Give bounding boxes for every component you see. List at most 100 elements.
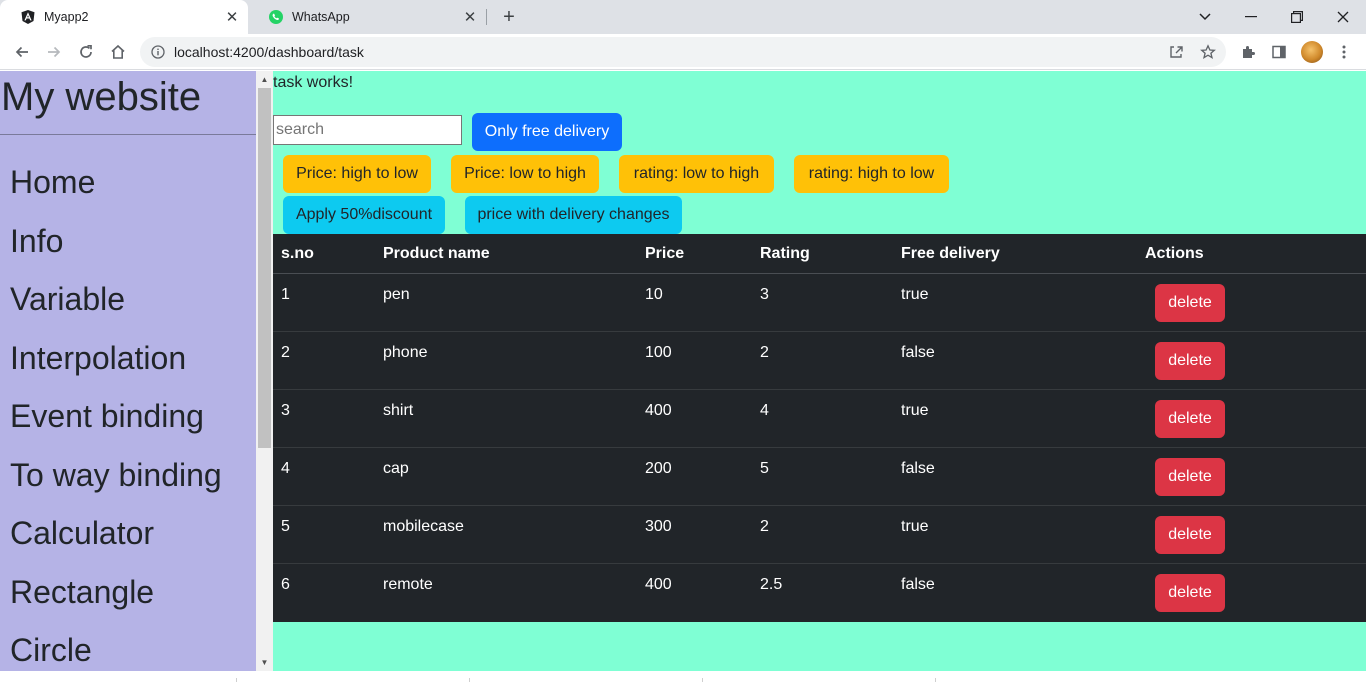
new-tab-icon[interactable]: + <box>498 6 520 28</box>
brand-title: My website <box>0 71 256 135</box>
header-free-delivery: Free delivery <box>901 245 1000 262</box>
sidebar-item-event-binding[interactable]: Event binding <box>0 387 256 446</box>
bottom-edge <box>0 671 1366 682</box>
site-info-icon[interactable] <box>150 44 166 60</box>
delete-button[interactable]: delete <box>1155 400 1225 438</box>
sort-price-high-low-button[interactable]: Price: high to low <box>283 155 431 193</box>
cell-product-name: mobilecase <box>383 518 464 535</box>
menu-kebab-icon[interactable] <box>1333 41 1355 63</box>
forward-icon[interactable] <box>40 38 68 66</box>
sidebar-item-home[interactable]: Home <box>0 153 256 212</box>
side-panel-icon[interactable] <box>1268 41 1290 63</box>
search-input[interactable] <box>273 115 462 145</box>
sidebar: My website Home Info Variable Interpolat… <box>0 71 256 671</box>
sort-rating-low-high-button[interactable]: rating: low to high <box>619 155 774 193</box>
cell-sno: 5 <box>281 518 290 535</box>
delete-button[interactable]: delete <box>1155 284 1225 322</box>
header-price: Price <box>645 245 685 262</box>
sidebar-item-two-way-binding[interactable]: To way binding <box>0 446 256 505</box>
delete-button[interactable]: delete <box>1155 458 1225 496</box>
sidebar-item-rectangle[interactable]: Rectangle <box>0 563 256 622</box>
close-icon[interactable]: ✕ <box>460 7 480 27</box>
cell-free-delivery: false <box>901 460 935 477</box>
whatsapp-icon <box>268 9 284 25</box>
delete-button[interactable]: delete <box>1155 516 1225 554</box>
cell-sno: 1 <box>281 286 290 303</box>
cell-rating: 2.5 <box>760 576 783 593</box>
cell-price: 300 <box>645 518 672 535</box>
table-row: 4 cap 200 5 false delete <box>273 448 1366 506</box>
sidebar-item-circle[interactable]: Circle <box>0 621 256 671</box>
scroll-down-arrow-icon[interactable]: ▼ <box>256 654 273 671</box>
only-free-delivery-button[interactable]: Only free delivery <box>472 113 622 151</box>
cell-rating: 4 <box>760 402 769 419</box>
delete-button[interactable]: delete <box>1155 574 1225 612</box>
sidebar-nav: Home Info Variable Interpolation Event b… <box>0 153 256 671</box>
tab-title: WhatsApp <box>292 10 350 24</box>
sidebar-item-interpolation[interactable]: Interpolation <box>0 329 256 388</box>
header-actions: Actions <box>1145 245 1204 262</box>
window-close-icon[interactable] <box>1320 0 1366 34</box>
divider <box>935 678 936 682</box>
cell-rating: 2 <box>760 518 769 535</box>
cell-product-name: cap <box>383 460 409 477</box>
cell-product-name: pen <box>383 286 410 303</box>
sidebar-scrollbar[interactable]: ▲ ▼ <box>256 71 273 671</box>
minimize-icon[interactable] <box>1228 0 1274 34</box>
table-row: 5 mobilecase 300 2 true delete <box>273 506 1366 564</box>
cell-free-delivery: true <box>901 286 929 303</box>
cell-sno: 4 <box>281 460 290 477</box>
tab-whatsapp[interactable]: WhatsApp ✕ <box>248 0 486 34</box>
cell-price: 400 <box>645 576 672 593</box>
page-heading: task works! <box>273 74 354 91</box>
table-row: 6 remote 400 2.5 false delete <box>273 564 1366 622</box>
sidebar-item-info[interactable]: Info <box>0 212 256 271</box>
cell-free-delivery: true <box>901 518 929 535</box>
delivery-changes-button[interactable]: price with delivery changes <box>465 196 682 234</box>
cell-price: 100 <box>645 344 672 361</box>
bookmark-star-icon[interactable] <box>1197 41 1219 63</box>
sidebar-item-variable[interactable]: Variable <box>0 270 256 329</box>
tab-myapp2[interactable]: Myapp2 ✕ <box>0 0 248 34</box>
cell-sno: 2 <box>281 344 290 361</box>
cell-product-name: phone <box>383 344 428 361</box>
header-rating: Rating <box>760 245 810 262</box>
tab-title: Myapp2 <box>44 10 89 24</box>
address-bar[interactable]: localhost:4200/dashboard/task <box>140 37 1226 67</box>
angular-icon <box>20 9 36 25</box>
header-sno: s.no <box>281 245 314 262</box>
table-row: 3 shirt 400 4 true delete <box>273 390 1366 448</box>
cell-price: 400 <box>645 402 672 419</box>
tab-separator <box>486 9 487 25</box>
cell-product-name: shirt <box>383 402 414 419</box>
apply-discount-button[interactable]: Apply 50%discount <box>283 196 445 234</box>
sidebar-item-calculator[interactable]: Calculator <box>0 504 256 563</box>
table-row: 1 pen 10 3 true delete <box>273 274 1366 332</box>
cell-sno: 3 <box>281 402 290 419</box>
sort-rating-high-low-button[interactable]: rating: high to low <box>794 155 949 193</box>
close-icon[interactable]: ✕ <box>222 7 242 27</box>
product-table: s.no Product name Price Rating Free deli… <box>273 234 1366 622</box>
cell-rating: 5 <box>760 460 769 477</box>
url-text: localhost:4200/dashboard/task <box>174 44 364 60</box>
back-icon[interactable] <box>8 38 36 66</box>
restore-icon[interactable] <box>1274 0 1320 34</box>
page-viewport: My website Home Info Variable Interpolat… <box>0 71 1366 671</box>
scrollbar-thumb[interactable] <box>258 88 271 448</box>
cell-free-delivery: true <box>901 402 929 419</box>
profile-avatar[interactable] <box>1301 41 1323 63</box>
tab-search-chevron-icon[interactable] <box>1182 0 1228 34</box>
divider <box>702 678 703 682</box>
cell-free-delivery: false <box>901 344 935 361</box>
cell-rating: 2 <box>760 344 769 361</box>
scroll-up-arrow-icon[interactable]: ▲ <box>256 71 273 88</box>
home-icon[interactable] <box>104 38 132 66</box>
sort-price-low-high-button[interactable]: Price: low to high <box>451 155 599 193</box>
extensions-puzzle-icon[interactable] <box>1237 41 1259 63</box>
divider <box>236 678 237 682</box>
delete-button[interactable]: delete <box>1155 342 1225 380</box>
cell-free-delivery: false <box>901 576 935 593</box>
reload-icon[interactable] <box>72 38 100 66</box>
table-row: 2 phone 100 2 false delete <box>273 332 1366 390</box>
share-icon[interactable] <box>1165 41 1187 63</box>
